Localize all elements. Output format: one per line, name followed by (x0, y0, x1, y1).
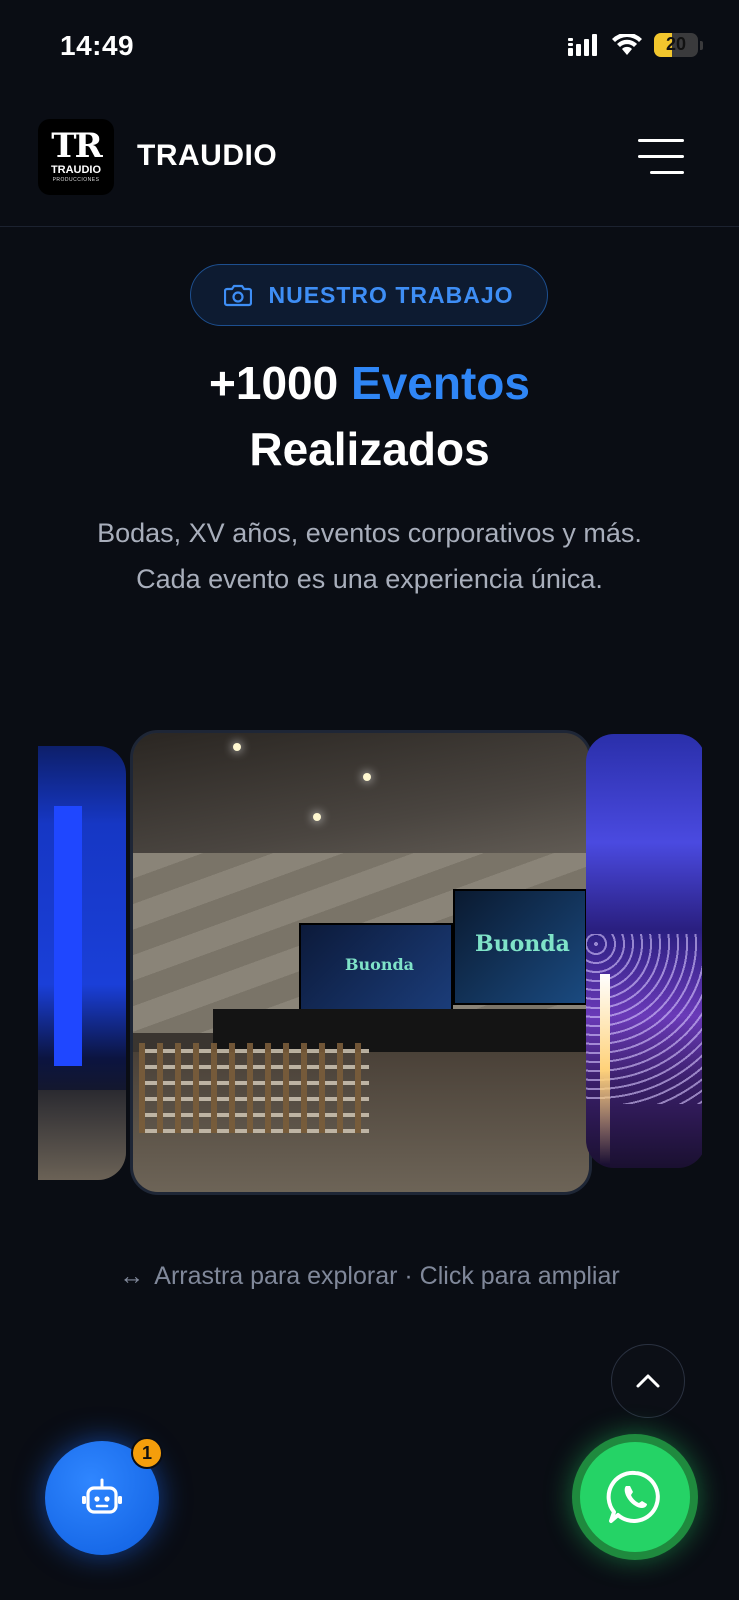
logo-mark: TR (51, 126, 103, 166)
led-screen-left: Buonda (299, 923, 453, 1015)
ceiling-light (313, 813, 321, 821)
ceiling-light (233, 743, 241, 751)
screen-text: Buonda (475, 931, 570, 957)
drag-arrows-icon: ↔ (119, 1262, 145, 1290)
stage-screen (54, 806, 82, 1066)
gallery-hint: ↔ Arrastra para explorar · Click para amp… (0, 1262, 739, 1291)
navbar: TR TRAUDIO PRODUCCIONES TRAUDIO (0, 95, 739, 227)
wifi-icon (612, 34, 642, 55)
chatbot-notification-badge: 1 (131, 1437, 163, 1469)
title-accent: Eventos (351, 357, 530, 409)
scroll-to-top-button[interactable] (611, 1344, 685, 1418)
brand-name[interactable]: TRAUDIO (137, 139, 277, 173)
whatsapp-button[interactable] (572, 1434, 698, 1560)
gallery-carousel[interactable]: Buonda Buonda (38, 730, 702, 1200)
sparkler (600, 974, 610, 1164)
hero-title-line1: +1000 Eventos (0, 356, 739, 410)
hero-title-line2: Realizados (249, 423, 490, 475)
battery-tip (700, 40, 703, 50)
hero-description-line1: Bodas, XV años, eventos corporativos y m… (97, 518, 642, 548)
battery-level: 20 (665, 34, 687, 54)
logo-name: TRAUDIO (50, 164, 102, 176)
whatsapp-button-inner (580, 1442, 690, 1552)
ceiling-light (363, 773, 371, 781)
logo[interactable]: TR TRAUDIO PRODUCCIONES (38, 119, 114, 195)
signal-icon (568, 34, 597, 56)
robot-icon (82, 1478, 122, 1514)
logo-subtitle: PRODUCCIONES (52, 177, 100, 183)
camera-icon (224, 284, 253, 307)
status-icons: 20 (568, 33, 703, 57)
section-badge: NUESTRO TRABAJO (190, 264, 548, 326)
whatsapp-icon (606, 1470, 660, 1523)
chairs (139, 1043, 369, 1133)
led-screen-right: Buonda (453, 889, 587, 1005)
badge-label: NUESTRO TRABAJO (268, 281, 514, 308)
battery-icon: 20 (654, 33, 698, 57)
chevron-up-icon (636, 1374, 660, 1388)
status-time: 14:49 (60, 30, 135, 61)
card-floor (38, 1090, 126, 1180)
gallery-card-next[interactable] (586, 734, 702, 1168)
gallery-card-active[interactable]: Buonda Buonda (130, 730, 592, 1195)
status-bar: 14:49 20 (0, 0, 739, 95)
gallery-card-previous[interactable] (38, 746, 126, 1180)
hero-description-line2: Cada evento es una experiencia única. (136, 564, 603, 594)
hamburger-menu-icon[interactable] (638, 137, 686, 177)
gallery-hint-text: Arrastra para explorar · Click para ampl… (154, 1262, 620, 1290)
title-prefix: +1000 (209, 357, 339, 409)
screen-text: Buonda (345, 955, 415, 974)
